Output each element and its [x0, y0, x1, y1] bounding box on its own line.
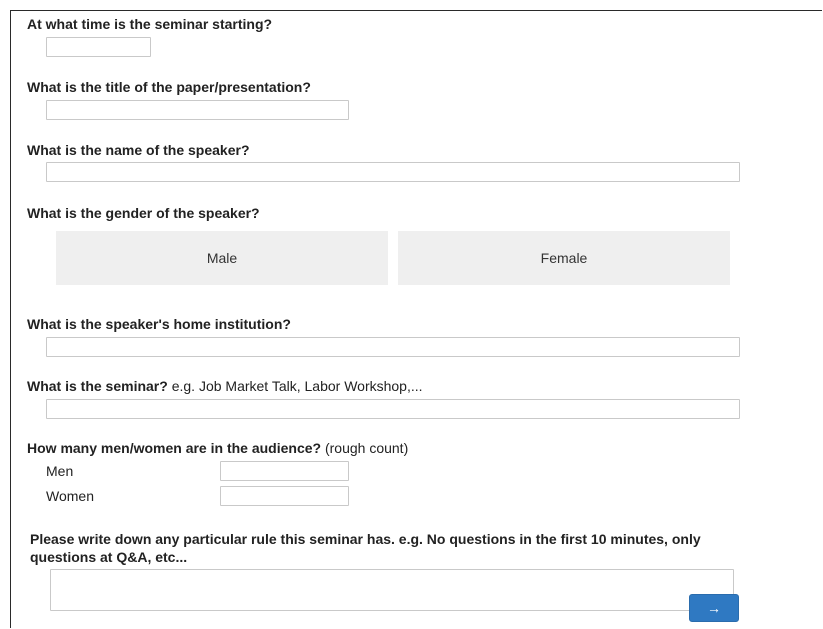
question-start-time: At what time is the seminar starting?: [27, 16, 273, 32]
start-time-input[interactable]: [46, 37, 151, 57]
rules-textarea[interactable]: [50, 569, 734, 611]
question-audience-hint: (rough count): [321, 440, 409, 456]
title-input[interactable]: [46, 100, 349, 120]
question-audience: How many men/women are in the audience? …: [27, 440, 408, 456]
question-seminar: What is the seminar? e.g. Job Market Tal…: [27, 378, 423, 394]
gender-option-female[interactable]: Female: [398, 231, 730, 285]
arrow-right-icon: →: [707, 600, 721, 616]
question-seminar-hint: e.g. Job Market Talk, Labor Workshop,...: [167, 378, 423, 394]
question-institution: What is the speaker's home institution?: [27, 316, 291, 332]
women-count-input[interactable]: [220, 486, 349, 506]
institution-input[interactable]: [46, 337, 740, 357]
women-label: Women: [46, 488, 94, 504]
speaker-name-input[interactable]: [46, 162, 740, 182]
next-button[interactable]: →: [689, 594, 739, 622]
question-audience-label: How many men/women are in the audience?: [27, 440, 322, 456]
men-label: Men: [46, 463, 74, 479]
question-speaker-name: What is the name of the speaker?: [27, 142, 250, 158]
seminar-input[interactable]: [46, 399, 740, 419]
men-count-input[interactable]: [220, 461, 349, 481]
question-seminar-label: What is the seminar?: [27, 378, 168, 394]
question-rules: Please write down any particular rule th…: [30, 531, 701, 565]
question-gender: What is the gender of the speaker?: [27, 205, 260, 221]
gender-option-male[interactable]: Male: [56, 231, 388, 285]
question-title: What is the title of the paper/presentat…: [27, 79, 311, 95]
